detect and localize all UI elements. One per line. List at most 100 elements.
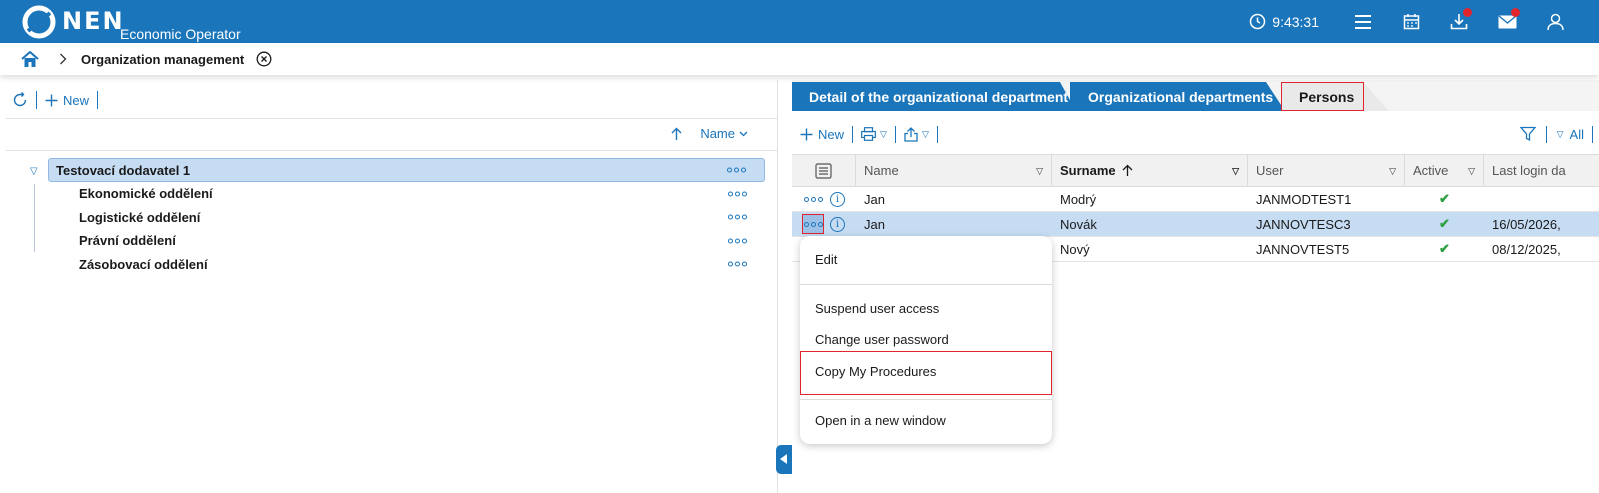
tab-label: Organizational departments <box>1088 88 1274 105</box>
chevron-down-icon <box>739 131 748 136</box>
calendar-button[interactable] <box>1387 0 1435 43</box>
more-options-icon[interactable] <box>728 238 747 244</box>
sort-ascending-icon[interactable] <box>671 127 682 141</box>
downloads-badge <box>1463 8 1472 17</box>
cell-user: JANNOVTESC3 <box>1256 216 1351 232</box>
cell-user: JANMODTEST1 <box>1256 191 1352 207</box>
tab-bar: Detail of the organizational department … <box>792 82 1599 112</box>
cell-surname: Modrý <box>1060 191 1097 207</box>
menu-item-edit[interactable]: Edit <box>800 252 1052 267</box>
user-profile-button[interactable] <box>1531 0 1579 43</box>
cell-name: Jan <box>864 191 885 207</box>
downloads-button[interactable] <box>1435 0 1483 43</box>
close-page-icon[interactable] <box>256 51 272 67</box>
menu-item-open-new-window[interactable]: Open in a new window <box>800 413 1052 428</box>
column-header-active[interactable]: Active ▽ <box>1405 155 1484 186</box>
tree-node-label: Ekonomické oddělení <box>79 186 213 202</box>
active-tab-highlight <box>1281 82 1364 111</box>
column-label: Active <box>1413 163 1449 178</box>
tree-guide-line <box>34 184 35 252</box>
more-options-icon[interactable] <box>727 167 746 173</box>
more-options-icon[interactable] <box>728 191 747 197</box>
tree-node-root[interactable]: Testovací dodavatel 1 <box>48 158 765 182</box>
tree-node-label: Testovací dodavatel 1 <box>56 162 191 178</box>
page-title: Organization management <box>81 51 245 67</box>
column-filter-icon[interactable]: ▽ <box>1036 166 1043 177</box>
calendar-icon <box>1403 14 1419 30</box>
cell-surname: Novák <box>1060 216 1097 232</box>
print-button[interactable]: ▽ <box>861 127 887 141</box>
filter-toolbar: ▽ All <box>1519 123 1593 145</box>
expand-triangle-icon[interactable]: ▽ <box>30 166 38 177</box>
menu-item-change-password[interactable]: Change user password <box>800 332 1052 347</box>
breadcrumb: Organization management <box>0 43 1599 75</box>
column-filter-icon[interactable]: ▽ <box>1232 166 1239 177</box>
tree-node[interactable]: Zásobovací oddělení <box>79 253 765 277</box>
more-options-icon[interactable] <box>728 214 747 220</box>
filter-icon[interactable] <box>1519 126 1536 142</box>
nen-logo-icon[interactable] <box>22 5 56 39</box>
column-settings-icon <box>815 162 832 179</box>
cell-surname: Nový <box>1060 241 1090 257</box>
column-filter-icon[interactable]: ▽ <box>1389 166 1396 177</box>
refresh-icon[interactable] <box>12 92 28 108</box>
user-icon <box>1546 13 1564 30</box>
info-icon[interactable]: i <box>830 191 845 207</box>
active-check-icon: ✔ <box>1439 191 1450 206</box>
tab-department-detail[interactable]: Detail of the organizational department <box>792 82 1076 111</box>
menu-divider <box>800 284 1052 285</box>
new-label: New <box>818 126 845 142</box>
column-header-last-login[interactable]: Last login da <box>1484 155 1599 186</box>
filter-scope-select[interactable]: ▽ All <box>1557 125 1593 143</box>
column-label: Last login da <box>1492 163 1566 178</box>
tree-node[interactable]: Logistické oddělení <box>79 206 765 230</box>
sort-ascending-icon <box>1122 164 1133 176</box>
new-label: New <box>63 92 90 108</box>
column-label: User <box>1256 163 1284 178</box>
menu-item-suspend-access[interactable]: Suspend user access <box>800 301 1052 316</box>
column-label: Name <box>864 163 899 178</box>
tree-node-label: Zásobovací oddělení <box>79 256 208 272</box>
table-header: Name ▽ Surname ▽ User ▽ Active ▽ Last login… <box>792 154 1599 187</box>
cell-last-login: 08/12/2025, <box>1492 241 1561 257</box>
cell-last-login: 16/05/2026, <box>1492 216 1561 232</box>
main-menu-button[interactable] <box>1339 0 1387 43</box>
cell-user: JANNOVTEST5 <box>1256 241 1350 257</box>
brand-subtitle: Economic Operator <box>120 26 241 42</box>
new-department-button[interactable]: New <box>45 93 89 108</box>
collapse-panel-button[interactable] <box>776 445 792 474</box>
messages-button[interactable] <box>1483 0 1531 43</box>
column-filter-icon[interactable]: ▽ <box>1468 166 1475 177</box>
persons-toolbar: New ▽ ▽ <box>800 123 946 145</box>
info-icon[interactable]: i <box>830 216 845 232</box>
table-row[interactable]: i Jan Modrý JANMODTEST1 ✔ <box>792 187 1599 212</box>
organization-tree-panel: New Name ▽ Testovací dodavatel 1 Ekonomi… <box>6 80 778 493</box>
hamburger-menu-icon <box>1355 14 1371 29</box>
cell-name: Jan <box>864 216 885 232</box>
clock-text: 9:43:31 <box>1272 13 1319 30</box>
filter-scope-label: All <box>1569 126 1584 142</box>
brand-name[interactable]: NEN <box>62 7 125 35</box>
tree-node[interactable]: Právní oddělení <box>79 229 765 253</box>
row-actions-button[interactable] <box>802 214 824 234</box>
more-options-icon[interactable] <box>728 261 747 267</box>
new-person-button[interactable]: New <box>800 127 844 142</box>
column-header-user[interactable]: User ▽ <box>1248 155 1405 186</box>
column-settings-cell[interactable] <box>792 155 856 186</box>
tab-organizational-departments[interactable]: Organizational departments <box>1070 82 1285 111</box>
export-button[interactable]: ▽ <box>904 126 929 142</box>
chevron-right-icon <box>60 53 67 65</box>
tree-header: Name <box>6 118 778 151</box>
home-button[interactable] <box>21 49 41 69</box>
table-row-selected[interactable]: i Jan Novák JANNOVTESC3 ✔ 16/05/2026, <box>792 212 1599 237</box>
active-check-icon: ✔ <box>1439 216 1450 231</box>
tree-node[interactable]: Ekonomické oddělení <box>79 182 765 206</box>
row-actions-button[interactable] <box>802 189 824 209</box>
tree-node-label: Logistické oddělení <box>79 209 201 225</box>
plus-icon <box>800 128 813 140</box>
column-header-surname[interactable]: Surname ▽ <box>1052 155 1248 186</box>
department-tree: ▽ Testovací dodavatel 1 Ekonomické odděl… <box>6 158 778 276</box>
share-export-icon <box>904 126 918 142</box>
column-header-name[interactable]: Name ▽ <box>856 155 1052 186</box>
sort-field-select[interactable]: Name <box>700 126 748 141</box>
